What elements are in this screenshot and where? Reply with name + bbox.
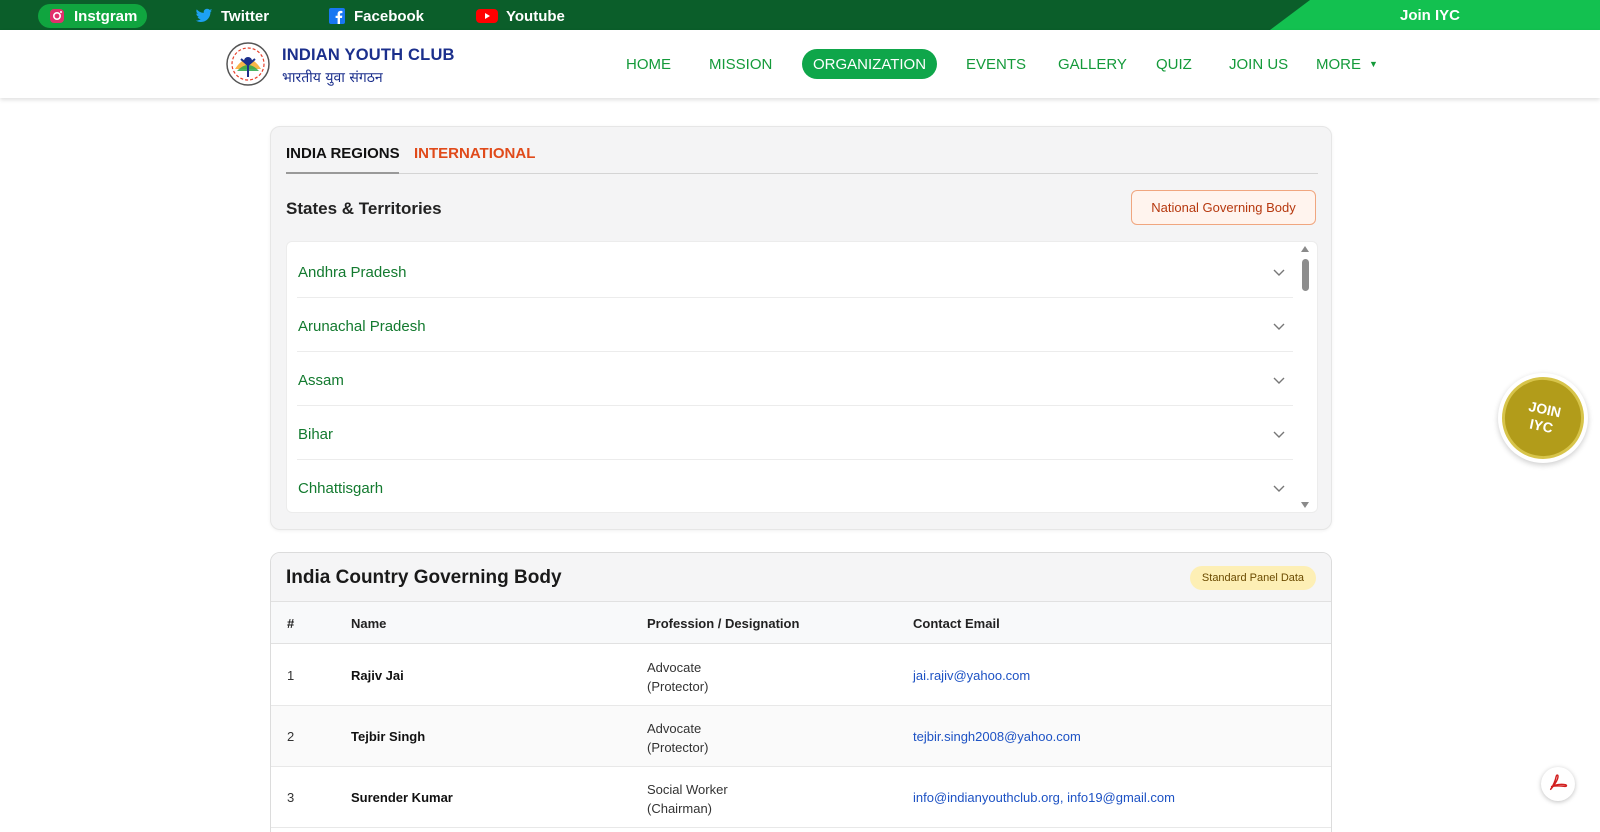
profession-text: Social Worker	[647, 782, 728, 797]
member-profession: Advocate (Protector)	[647, 658, 708, 696]
member-email-link[interactable]: info@indianyouthclub.org, info19@gmail.c…	[913, 790, 1175, 805]
row-number: 2	[287, 729, 295, 744]
governing-body-title: India Country Governing Body	[286, 567, 562, 588]
facebook-icon	[328, 7, 346, 25]
chevron-down-icon	[1273, 426, 1285, 442]
column-header-name: Name	[351, 616, 387, 631]
column-header-number: #	[287, 616, 295, 631]
youtube-icon	[476, 7, 498, 25]
member-email-link[interactable]: tejbir.singh2008@yahoo.com	[913, 729, 1081, 744]
pdf-download-button[interactable]	[1541, 767, 1575, 801]
nav-organization[interactable]: ORGANIZATION	[802, 49, 938, 79]
table-row: 1 Rajiv Jai Advocate (Protector) jai.raj…	[271, 645, 1331, 706]
nav-quiz[interactable]: QUIZ	[1156, 49, 1192, 79]
designation-text: (Protector)	[647, 740, 709, 755]
brand-subtitle: भारतीय युवा संगठन	[282, 70, 383, 86]
state-name: Arunachal Pradesh	[298, 318, 426, 335]
state-item-assam[interactable]: Assam	[297, 352, 1293, 406]
chevron-down-icon	[1273, 372, 1285, 388]
instagram-link[interactable]: Instgram	[38, 4, 148, 28]
state-name: Bihar	[298, 426, 334, 443]
caret-down-icon: ▼	[1369, 59, 1378, 69]
states-section-title: States & Territories	[286, 199, 442, 218]
member-profession: Advocate (Protector)	[647, 719, 708, 757]
instagram-icon	[48, 7, 66, 25]
tabs-divider	[286, 173, 1318, 174]
facebook-link[interactable]: Facebook	[328, 4, 424, 28]
chevron-down-icon	[1273, 318, 1285, 334]
governing-body-card: India Country Governing Body Standard Pa…	[270, 552, 1332, 832]
iyc-logo[interactable]	[225, 41, 271, 87]
tab-india-regions[interactable]: INDIA REGIONS	[286, 145, 400, 162]
designation-text: (Chairman)	[647, 801, 713, 816]
twitter-icon	[195, 7, 213, 25]
scroll-down-arrow[interactable]	[1301, 502, 1309, 508]
join-float-line2: IYC	[1528, 415, 1555, 437]
member-name: Tejbir Singh	[351, 729, 426, 744]
table-row: 2 Tejbir Singh Advocate (Protector) tejb…	[271, 706, 1331, 767]
table-header: # Name Profession / Designation Contact …	[271, 602, 1331, 644]
join-iyc-floating-button[interactable]: JOIN IYC	[1494, 369, 1592, 467]
member-name: Rajiv Jai	[351, 668, 404, 683]
state-item-bihar[interactable]: Bihar	[297, 406, 1293, 460]
row-number: 1	[287, 668, 295, 683]
table-row: 3 Surender Kumar Social Worker (Chairman…	[271, 767, 1331, 828]
profession-text: Advocate	[647, 660, 702, 675]
nav-events[interactable]: EVENTS	[966, 49, 1026, 79]
state-item-chhattisgarh[interactable]: Chhattisgarh	[297, 460, 1293, 512]
chevron-down-icon	[1273, 264, 1285, 280]
youtube-label: Youtube	[506, 7, 565, 25]
profession-text: Advocate	[647, 721, 702, 736]
row-number: 3	[287, 790, 295, 805]
nav-more-label: MORE	[1316, 55, 1361, 73]
nav-mission[interactable]: MISSION	[709, 49, 772, 79]
nav-gallery[interactable]: GALLERY	[1058, 49, 1127, 79]
member-email-link[interactable]: jai.rajiv@yahoo.com	[913, 668, 1030, 683]
column-header-profession: Profession / Designation	[647, 616, 800, 631]
top-social-bar: Instgram Twitter Facebook Youtube Join I…	[0, 0, 1600, 30]
nav-more[interactable]: MORE ▼	[1316, 49, 1378, 79]
state-item-andhra-pradesh[interactable]: Andhra Pradesh	[297, 244, 1293, 298]
state-name: Chhattisgarh	[298, 480, 384, 497]
national-governing-body-button[interactable]: National Governing Body	[1131, 190, 1316, 225]
brand-title: INDIAN YOUTH CLUB	[282, 46, 455, 64]
state-item-arunachal-pradesh[interactable]: Arunachal Pradesh	[297, 298, 1293, 352]
nav-join-us[interactable]: JOIN US	[1229, 49, 1288, 79]
state-name: Assam	[298, 372, 344, 389]
member-name: Surender Kumar	[351, 790, 453, 805]
standard-panel-badge: Standard Panel Data	[1190, 566, 1316, 590]
active-tab-indicator	[286, 172, 399, 174]
states-accordion-list[interactable]: Andhra Pradesh Arunachal Pradesh Assam B…	[286, 241, 1318, 513]
pdf-icon	[1547, 771, 1569, 798]
twitter-link[interactable]: Twitter	[195, 4, 269, 28]
regions-card: INDIA REGIONS INTERNATIONAL States & Ter…	[270, 126, 1332, 530]
scroll-up-arrow[interactable]	[1301, 246, 1309, 252]
governing-body-header: India Country Governing Body Standard Pa…	[271, 553, 1331, 602]
member-profession: Social Worker (Chairman)	[647, 780, 728, 818]
facebook-label: Facebook	[354, 7, 425, 25]
nav-home[interactable]: HOME	[626, 49, 671, 79]
join-iyc-badge: JOIN IYC	[1494, 369, 1592, 467]
tab-international[interactable]: INTERNATIONAL	[414, 145, 535, 162]
site-header: INDIAN YOUTH CLUB भारतीय युवा संगठन HOME…	[0, 30, 1600, 98]
column-header-email: Contact Email	[913, 616, 1000, 631]
state-name: Andhra Pradesh	[298, 264, 407, 281]
join-iyc-label: Join IYC	[1400, 7, 1461, 24]
join-iyc-strip[interactable]: Join IYC	[1270, 0, 1600, 30]
instagram-label: Instgram	[74, 7, 138, 25]
scrollbar-thumb[interactable]	[1302, 259, 1309, 291]
youtube-link[interactable]: Youtube	[476, 4, 565, 28]
chevron-down-icon	[1273, 480, 1285, 496]
twitter-label: Twitter	[221, 7, 270, 25]
designation-text: (Protector)	[647, 679, 709, 694]
